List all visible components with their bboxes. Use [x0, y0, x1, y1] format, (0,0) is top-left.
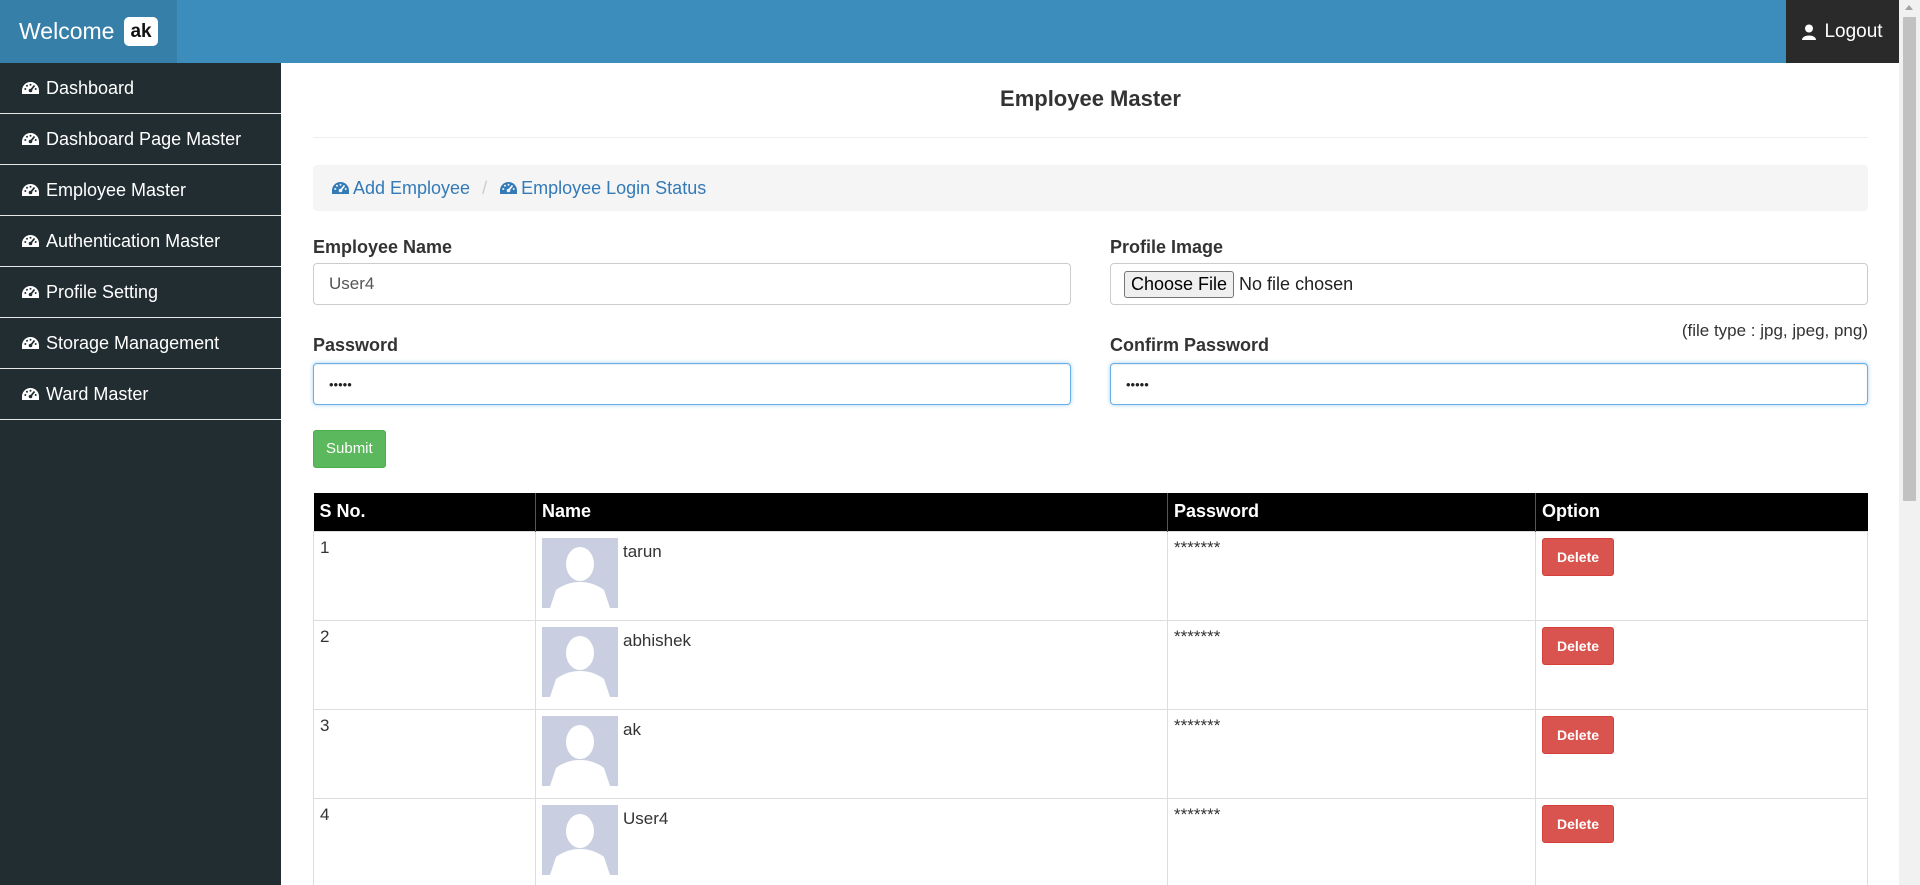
confirm-password-label: Confirm Password — [1110, 335, 1270, 355]
confirm-password-group: Confirm Password ••••• — [1110, 335, 1868, 405]
employee-name: User4 — [623, 808, 669, 828]
logout-button[interactable]: Logout — [1786, 0, 1899, 63]
sidebar-item-label: Profile Setting — [46, 281, 159, 302]
cell-name: abhishek — [535, 619, 1168, 710]
user-icon — [1802, 24, 1817, 40]
choose-file-button[interactable]: Choose File — [1124, 270, 1235, 298]
dashboard-icon — [22, 81, 39, 94]
employee-name-label: Employee Name — [313, 237, 453, 257]
delete-button[interactable]: Delete — [1542, 715, 1615, 754]
sidebar-item-authentication-master[interactable]: Authentication Master — [0, 216, 281, 267]
col-header-option: Option — [1535, 493, 1868, 531]
page-scrollbar[interactable] — [1899, 0, 1920, 885]
table-row: 4 User4 ******* Delete — [313, 797, 1868, 885]
top-navbar: Welcome ak Logout — [0, 0, 1899, 63]
logout-label: Logout — [1824, 20, 1883, 42]
employee-name: ak — [623, 719, 641, 739]
form-row-1: Employee Name User4 Profile Image Choose… — [313, 237, 1868, 340]
profile-image-group: Profile Image Choose File No file chosen… — [1110, 237, 1868, 340]
dashboard-icon — [332, 181, 349, 194]
scrollbar-thumb[interactable] — [1903, 17, 1916, 501]
col-header-name: Name — [535, 493, 1168, 531]
sidebar-item-dashboard[interactable]: Dashboard — [0, 63, 281, 114]
cell-sno: 2 — [313, 619, 536, 710]
sidebar-item-label: Authentication Master — [46, 230, 221, 251]
table-row: 2 abhishek ******* Delete — [313, 619, 1868, 710]
welcome-text: Welcome — [19, 18, 115, 44]
sidebar-item-label: Dashboard Page Master — [46, 128, 242, 149]
dashboard-icon — [500, 181, 518, 194]
table-row: 3 ak ******* Delete — [313, 708, 1868, 799]
breadcrumb-separator: / — [482, 177, 488, 198]
avatar — [542, 537, 618, 608]
dashboard-icon — [22, 132, 39, 145]
cell-option: Delete — [1535, 708, 1868, 799]
cell-name: ak — [535, 708, 1168, 799]
password-label: Password — [313, 335, 399, 355]
cell-password: ******* — [1167, 619, 1536, 710]
col-header-password: Password — [1167, 493, 1536, 531]
delete-button[interactable]: Delete — [1542, 626, 1615, 665]
sidebar-item-storage-management[interactable]: Storage Management — [0, 318, 281, 369]
brand[interactable]: Welcome ak — [0, 0, 177, 63]
cell-name: User4 — [535, 797, 1168, 885]
cell-password: ******* — [1167, 530, 1536, 621]
cell-name: tarun — [535, 530, 1168, 621]
employee-table: S No. Name Password Option 1 tarun *****… — [313, 493, 1868, 885]
submit-button[interactable]: Submit — [313, 430, 386, 468]
dashboard-icon — [22, 285, 39, 298]
employee-name-input[interactable]: User4 — [313, 263, 1071, 305]
employee-name-group: Employee Name User4 — [313, 237, 1071, 305]
sidebar: Dashboard Dashboard Page Master Employee… — [0, 63, 281, 885]
table-row: 1 tarun ******* Delete — [313, 530, 1868, 621]
cell-sno: 1 — [313, 530, 536, 621]
password-group: Password ••••• — [313, 335, 1071, 405]
sidebar-item-employee-master[interactable]: Employee Master — [0, 165, 281, 216]
cell-option: Delete — [1535, 797, 1868, 885]
avatar — [542, 804, 618, 875]
profile-image-label: Profile Image — [1110, 237, 1224, 257]
sidebar-item-label: Dashboard — [46, 77, 135, 98]
add-employee-label: Add Employee — [353, 177, 471, 198]
user-badge: ak — [124, 17, 158, 46]
sidebar-item-label: Employee Master — [46, 179, 187, 200]
employee-name: abhishek — [623, 630, 692, 650]
cell-option: Delete — [1535, 619, 1868, 710]
sidebar-item-label: Ward Master — [46, 383, 149, 404]
dashboard-icon — [22, 183, 39, 196]
delete-button[interactable]: Delete — [1542, 804, 1615, 843]
confirm-password-input[interactable]: ••••• — [1110, 363, 1868, 405]
employee-name: tarun — [623, 541, 662, 561]
avatar — [542, 715, 618, 786]
col-header-sno: S No. — [313, 493, 536, 531]
cell-password: ******* — [1167, 797, 1536, 885]
employee-login-status-label: Employee Login Status — [521, 177, 707, 198]
no-file-text: No file chosen — [1239, 273, 1354, 294]
add-employee-link[interactable]: Add Employee — [331, 178, 470, 199]
sidebar-item-label: Storage Management — [46, 332, 220, 353]
cell-option: Delete — [1535, 530, 1868, 621]
avatar — [542, 626, 618, 697]
form-row-2: Password ••••• Confirm Password ••••• — [313, 335, 1868, 405]
table-header-row: S No. Name Password Option — [313, 493, 1868, 531]
cell-sno: 4 — [313, 797, 536, 885]
profile-image-input[interactable]: Choose File No file chosen — [1110, 263, 1868, 305]
sidebar-item-profile-setting[interactable]: Profile Setting — [0, 267, 281, 318]
scroll-up-arrow-icon[interactable] — [1905, 5, 1913, 10]
dashboard-icon — [22, 387, 39, 400]
cell-sno: 3 — [313, 708, 536, 799]
password-input[interactable]: ••••• — [313, 363, 1071, 405]
sidebar-item-dashboard-page-master[interactable]: Dashboard Page Master — [0, 114, 281, 165]
dashboard-icon — [22, 234, 39, 247]
page-title: Employee Master — [313, 63, 1868, 138]
main-content: Employee Master Add Employee / Employee … — [313, 63, 1868, 885]
sidebar-item-ward-master[interactable]: Ward Master — [0, 369, 281, 420]
dashboard-icon — [22, 336, 39, 349]
employee-login-status-link[interactable]: Employee Login Status — [499, 178, 706, 199]
delete-button[interactable]: Delete — [1542, 537, 1615, 576]
breadcrumb: Add Employee / Employee Login Status — [313, 165, 1868, 211]
cell-password: ******* — [1167, 708, 1536, 799]
